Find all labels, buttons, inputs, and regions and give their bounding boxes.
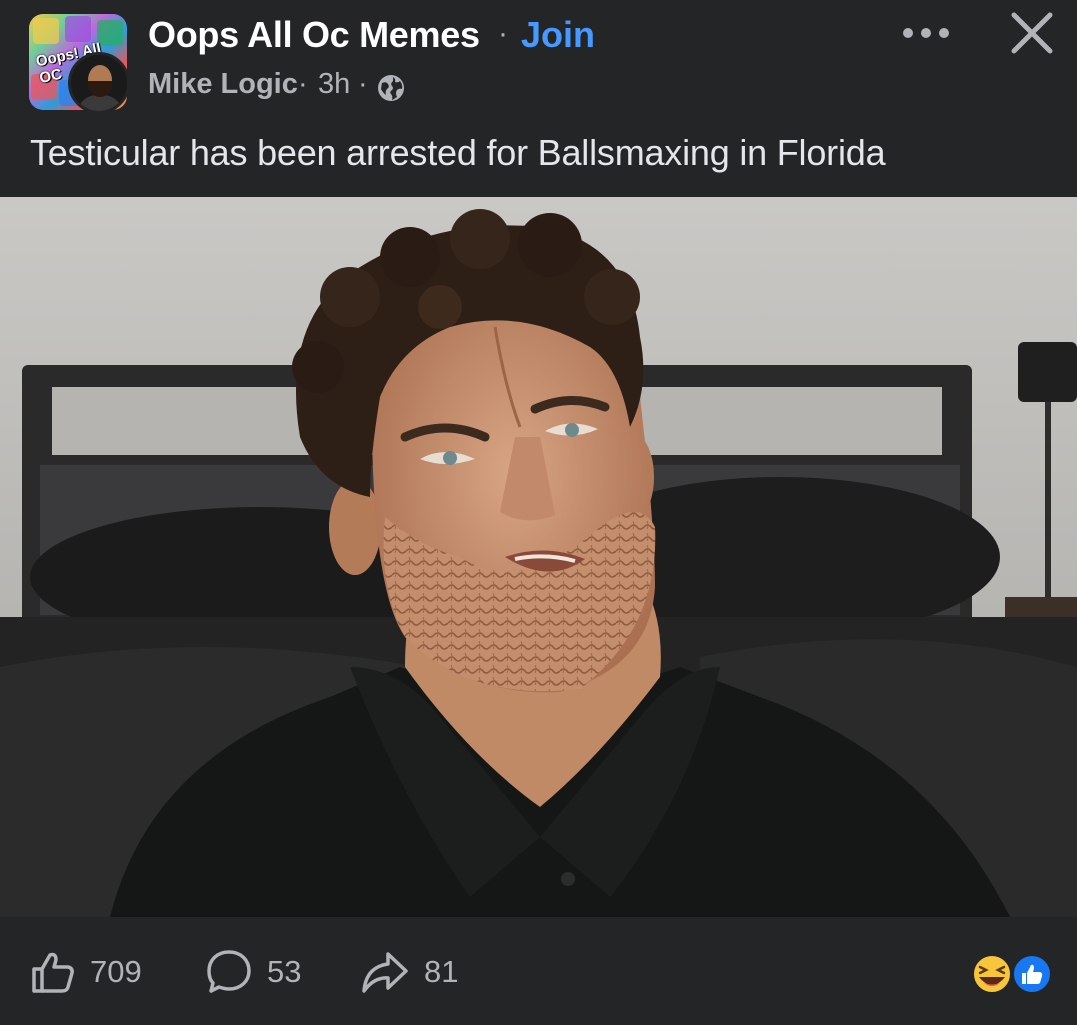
separator-dot: · [498, 17, 508, 50]
like-reaction-icon [1012, 954, 1052, 994]
post-text: Testicular has been arrested for Ballsma… [30, 132, 886, 173]
thumbs-up-icon [32, 952, 74, 993]
post-timestamp[interactable]: 3h [318, 68, 350, 101]
share-button[interactable]: 81 [360, 947, 458, 997]
post-actions-bar: 709 53 81 [0, 917, 1077, 1025]
like-button[interactable]: 709 [30, 947, 142, 997]
separator-dot: · [298, 68, 308, 100]
separator-dot: · [358, 68, 368, 100]
author-name[interactable]: Mike Logic [148, 68, 298, 101]
comment-count: 53 [267, 954, 302, 989]
group-name[interactable]: Oops All Oc Memes [148, 14, 480, 56]
like-count: 709 [90, 954, 142, 989]
close-button[interactable] [1008, 10, 1056, 56]
share-arrow-icon [362, 952, 408, 993]
globe-icon [378, 75, 404, 101]
comment-bubble-icon [207, 950, 251, 993]
join-button[interactable]: Join [521, 14, 595, 56]
comment-button[interactable]: 53 [205, 947, 301, 997]
share-count: 81 [424, 954, 459, 989]
post-header: Oops! All OC Oops All Oc Memes · Join Mi… [0, 0, 1077, 196]
reactions-summary[interactable] [970, 953, 1056, 995]
author-avatar[interactable] [68, 52, 130, 114]
more-options-button[interactable] [898, 14, 954, 52]
post-image[interactable] [0, 197, 1077, 917]
haha-emoji-icon [972, 954, 1012, 994]
